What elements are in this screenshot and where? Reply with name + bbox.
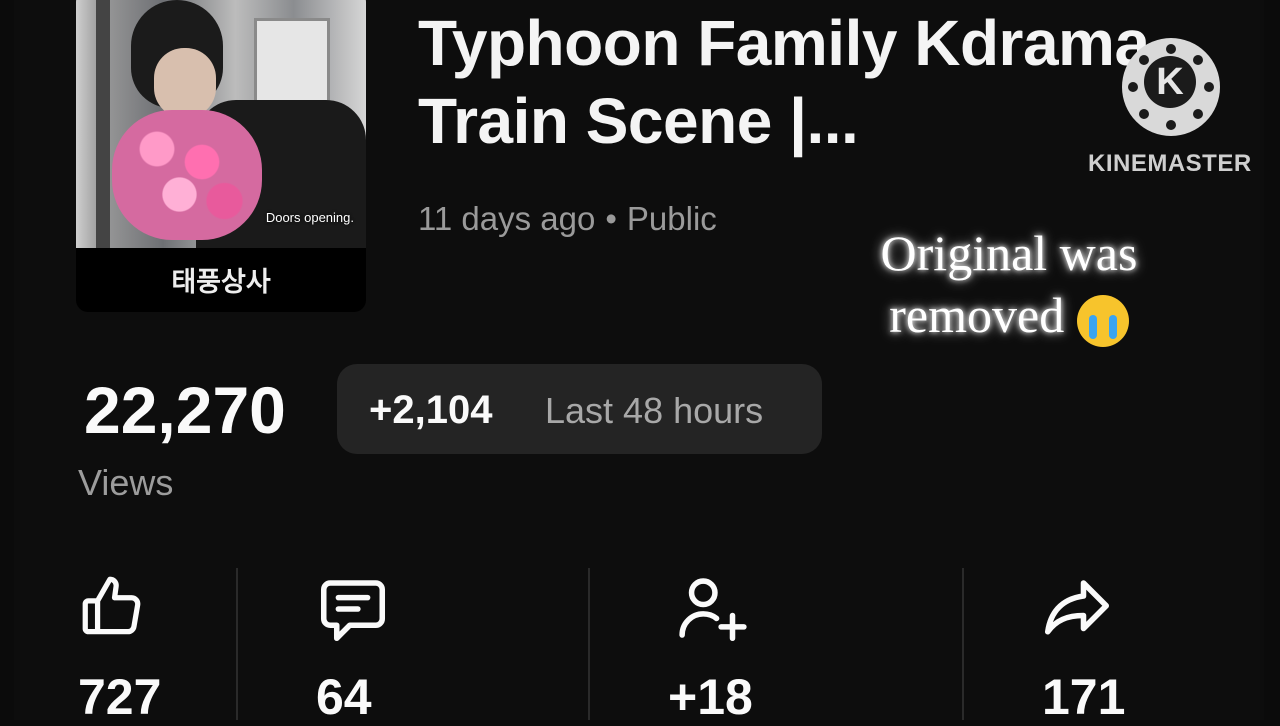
views-delta-badge: +2,104 Last 48 hours <box>337 364 822 454</box>
kinemaster-logo-icon: K <box>1122 38 1220 136</box>
comment-icon <box>320 580 386 642</box>
likes-count: 727 <box>78 669 162 725</box>
overlay-line-2: removed <box>889 287 1065 343</box>
metric-divider <box>588 568 590 720</box>
thumbnail-subtitle: Doors opening. <box>265 210 354 225</box>
metric-divider <box>236 568 238 720</box>
subscribers-metric[interactable]: +18 <box>664 560 944 725</box>
views-period: Last 48 hours <box>545 390 764 431</box>
watermark-letter: K <box>1144 56 1196 108</box>
views-count: 22,270 <box>84 373 286 447</box>
meta-separator: • <box>605 200 617 237</box>
thumbnail-caption: 태풍상사 <box>171 267 271 297</box>
overlay-note: Original was removed <box>854 222 1164 347</box>
subscribers-count: +18 <box>668 669 753 725</box>
share-icon <box>1044 580 1110 635</box>
thumbnail-image: Doors opening. <box>76 0 366 248</box>
video-meta: 11 days ago • Public <box>418 200 717 238</box>
comments-count: 64 <box>316 669 372 725</box>
loudly-crying-face-icon <box>1076 294 1129 347</box>
overlay-line-1: Original was <box>880 225 1138 281</box>
add-subscriber-icon <box>679 578 747 642</box>
comments-metric[interactable]: 64 <box>314 560 574 725</box>
thumbs-up-icon <box>82 576 141 635</box>
visibility-status: Public <box>626 200 717 237</box>
flower-bouquet <box>112 110 262 240</box>
views-label: Views <box>78 462 174 503</box>
metric-divider <box>962 568 964 720</box>
screen-frame: Doors opening. 태풍상사 Typhoon Family Kdram… <box>14 0 1264 725</box>
views-delta: +2,104 <box>369 388 493 432</box>
shares-count: 171 <box>1042 669 1126 725</box>
video-title[interactable]: Typhoon Family Kdrama Train Scene |... <box>418 4 1218 160</box>
video-thumbnail[interactable]: Doors opening. 태풍상사 <box>76 0 366 312</box>
upload-age: 11 days ago <box>418 200 596 237</box>
watermark-text: KINEMASTER <box>1088 150 1252 177</box>
likes-metric[interactable]: 727 <box>66 560 246 725</box>
shares-metric[interactable]: 171 <box>1038 560 1238 725</box>
